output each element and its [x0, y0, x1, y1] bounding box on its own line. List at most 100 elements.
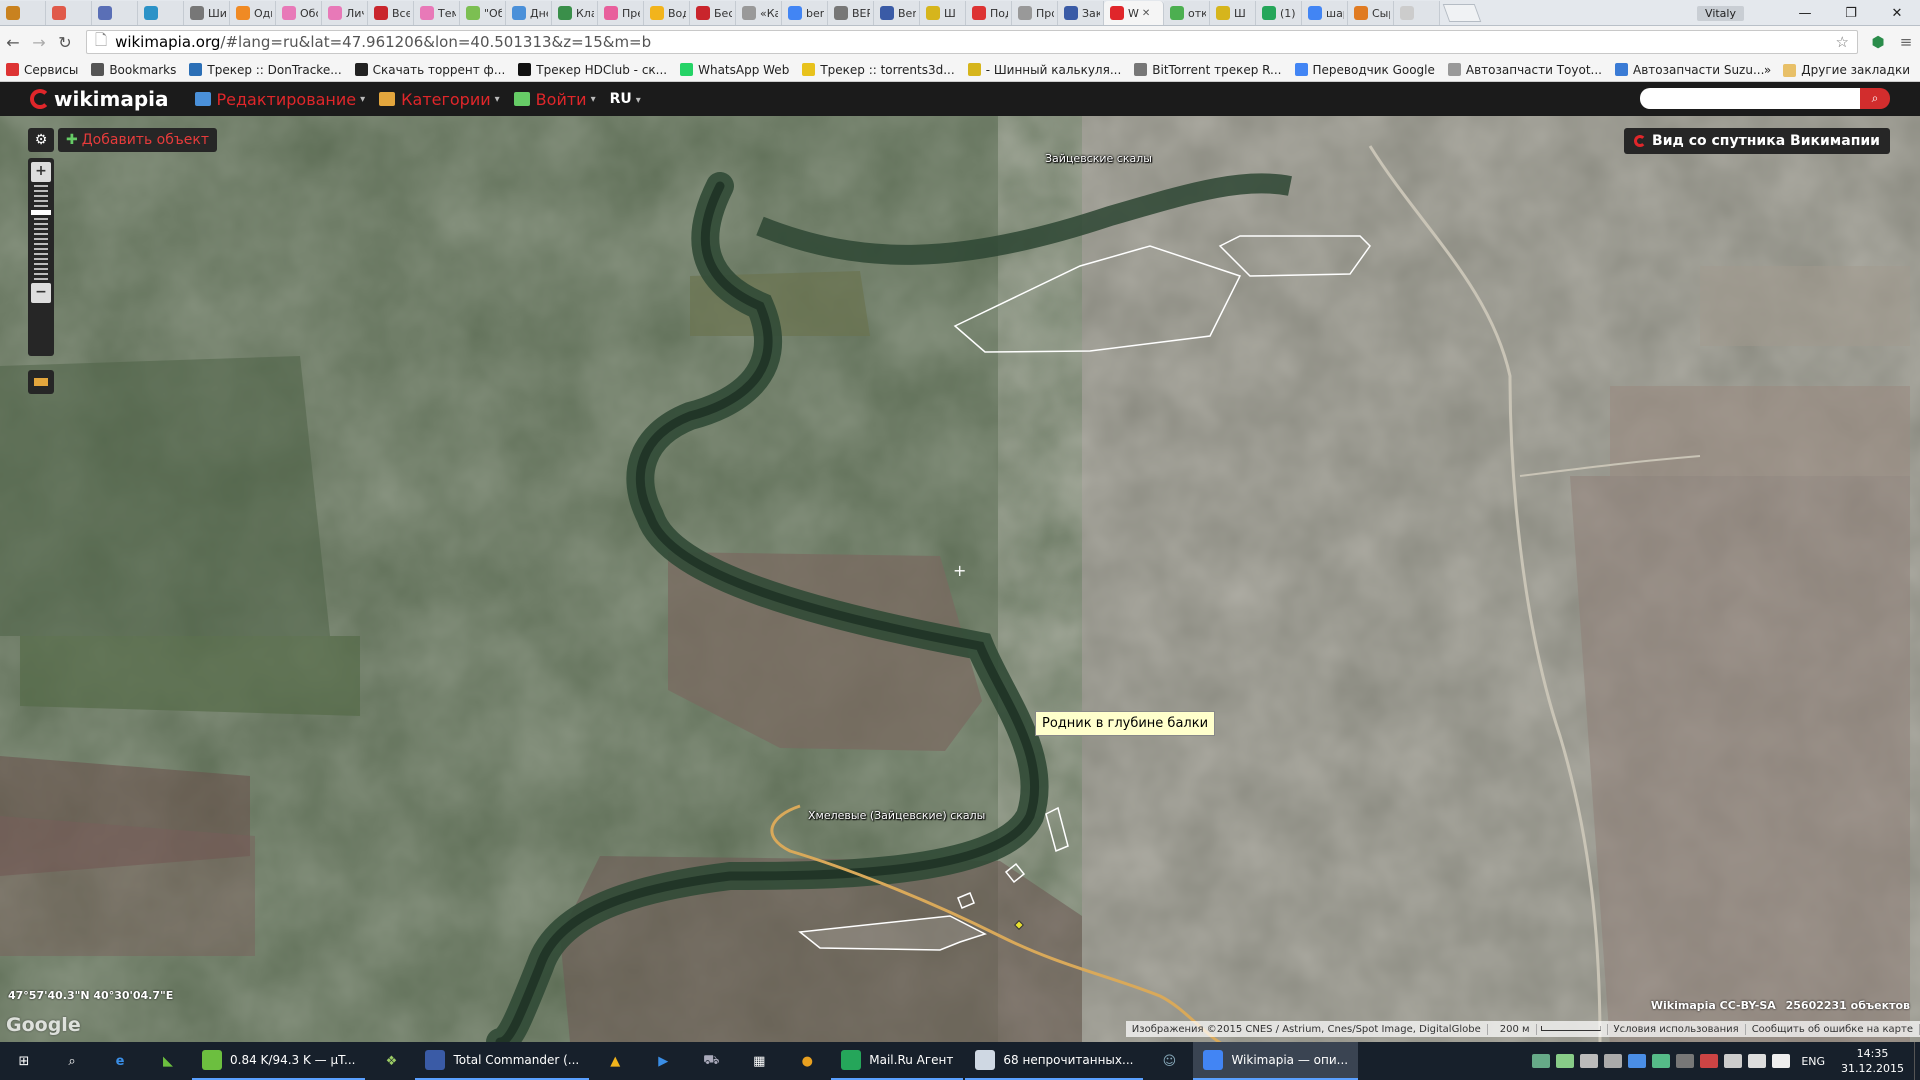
forward-arrow-icon[interactable]: →	[26, 33, 52, 52]
search-input[interactable]	[1640, 88, 1860, 109]
bookmark-item[interactable]: BitTorrent трекер R...	[1134, 63, 1282, 77]
extension-icon[interactable]: ⬢	[1864, 33, 1892, 51]
map-options-button[interactable]: ⚙	[28, 128, 54, 152]
zoom-in-button[interactable]: +	[31, 162, 51, 182]
green-app-icon[interactable]: ❖	[367, 1042, 415, 1080]
zoom-slider-handle[interactable]	[31, 210, 51, 215]
other-bookmarks-folder[interactable]: Другие закладки	[1783, 63, 1910, 77]
taskbar-app[interactable]: 0.84 K/94.3 K — µT...	[192, 1042, 366, 1080]
address-bar[interactable]: 🗋 wikimapia.org /#lang=ru&lat=47.961206&…	[86, 30, 1858, 54]
ruler-button[interactable]	[28, 370, 54, 394]
tray-app-icon[interactable]	[1676, 1054, 1695, 1068]
taskbar-app[interactable]: 68 непрочитанных...	[965, 1042, 1144, 1080]
browser-tab[interactable]	[92, 1, 138, 25]
zoom-out-button[interactable]: −	[31, 283, 51, 303]
back-arrow-icon[interactable]: ←	[0, 33, 26, 52]
browser-tab[interactable]: Все	[368, 1, 414, 25]
wm-menu-list[interactable]: Категории ▾	[379, 90, 500, 109]
bookmark-item[interactable]: WhatsApp Web	[680, 63, 789, 77]
place-label-zaitsevskie[interactable]: Зайцевские скалы	[1045, 152, 1152, 165]
media-player-icon[interactable]: ▶	[639, 1042, 687, 1080]
tray-app-icon[interactable]	[1556, 1054, 1575, 1068]
browser-tab[interactable]	[138, 1, 184, 25]
taskbar-app[interactable]: Total Commander (...	[415, 1042, 590, 1080]
taskbar-app[interactable]: Mail.Ru Агент	[831, 1042, 964, 1080]
browser-tab[interactable]: Обс	[276, 1, 322, 25]
warning-app-icon[interactable]: ▲	[591, 1042, 639, 1080]
utorrent-pinned-icon[interactable]: ◣	[144, 1042, 192, 1080]
close-tab-icon[interactable]: ✕	[1142, 8, 1150, 19]
wikimapia-logo[interactable]: wikimapia	[30, 87, 169, 111]
report-error-link[interactable]: Сообщить об ошибке на карте	[1746, 1023, 1920, 1035]
tray-app-icon[interactable]	[1532, 1054, 1551, 1068]
browser-tab[interactable]: отк	[1164, 1, 1210, 25]
browser-tab[interactable]: Про	[1012, 1, 1058, 25]
browser-tab[interactable]: Зака	[1058, 1, 1104, 25]
license-label[interactable]: Wikimapia CC-BY-SA	[1651, 999, 1776, 1012]
minimize-button[interactable]: —	[1782, 6, 1828, 21]
car-app-icon[interactable]: ⛟	[687, 1042, 735, 1080]
bookmark-item[interactable]: Трекер HDClub - ск...	[518, 63, 667, 77]
new-tab-button[interactable]	[1442, 4, 1482, 22]
bluetooth-icon[interactable]	[1628, 1054, 1647, 1068]
browser-tab[interactable]: Ш	[1210, 1, 1256, 25]
browser-tab[interactable]: Berk	[874, 1, 920, 25]
bookmarks-overflow-icon[interactable]: »	[1764, 63, 1771, 77]
taskbar-app[interactable]: Wikimapia — опи...	[1193, 1042, 1359, 1080]
bookmark-item[interactable]: Сервисы	[6, 63, 78, 77]
browser-tab[interactable]: Дне	[506, 1, 552, 25]
satellite-view-button[interactable]: Вид со спутника Викимапии	[1624, 128, 1890, 154]
wm-menu-login[interactable]: Войти ▾	[513, 90, 596, 109]
browser-tab[interactable]: «Ка	[736, 1, 782, 25]
browser-tab[interactable]: Ши	[184, 1, 230, 25]
bookmark-item[interactable]: Bookmarks	[91, 63, 176, 77]
browser-tab[interactable]: "Об	[460, 1, 506, 25]
browser-tab[interactable]: Бест	[690, 1, 736, 25]
clock[interactable]: 14:35 31.12.2015	[1841, 1046, 1904, 1076]
reload-icon[interactable]: ↻	[52, 33, 78, 52]
network-icon[interactable]	[1724, 1054, 1743, 1068]
search-icon[interactable]: ⌕	[48, 1042, 96, 1080]
tray-app-icon[interactable]	[1652, 1054, 1671, 1068]
show-desktop-button[interactable]	[1914, 1042, 1920, 1080]
input-language[interactable]: ENG	[1801, 1055, 1825, 1068]
bookmark-item[interactable]: Трекер :: torrents3d...	[802, 63, 955, 77]
browser-tab[interactable]: Вод	[644, 1, 690, 25]
search-button[interactable]: ⌕	[1860, 88, 1890, 109]
terms-link[interactable]: Условия использования	[1608, 1023, 1746, 1035]
volume-icon[interactable]	[1748, 1054, 1767, 1068]
browser-tab[interactable]: Клас	[552, 1, 598, 25]
tray-app-icon[interactable]	[1604, 1054, 1623, 1068]
orange-app-icon[interactable]: ●	[783, 1042, 831, 1080]
maximize-button[interactable]: ❐	[1828, 6, 1874, 21]
wm-menu-globe[interactable]: Редактирование ▾	[194, 90, 365, 109]
browser-tab[interactable]: Одн	[230, 1, 276, 25]
browser-tab[interactable]: Ш	[920, 1, 966, 25]
browser-tab[interactable]: Тем	[414, 1, 460, 25]
language-selector[interactable]: RU ▾	[610, 91, 641, 107]
bookmark-item[interactable]: Переводчик Google	[1294, 63, 1435, 77]
bookmark-item[interactable]: Трекер :: DonTracke...	[189, 63, 342, 77]
flag-icon[interactable]	[1700, 1054, 1719, 1068]
add-object-button[interactable]: ✚ Добавить объект	[58, 128, 217, 152]
calculator-icon[interactable]: ▦	[735, 1042, 783, 1080]
bookmark-star-icon[interactable]: ☆	[1836, 33, 1849, 51]
notification-icon[interactable]	[1772, 1054, 1791, 1068]
chrome-menu-icon[interactable]: ≡	[1892, 33, 1920, 51]
browser-tab[interactable]: BER	[828, 1, 874, 25]
start-windows-icon[interactable]: ⊞	[0, 1042, 48, 1080]
browser-tab[interactable]: шар	[1302, 1, 1348, 25]
browser-tab[interactable]: Лич	[322, 1, 368, 25]
tray-cloud-icon[interactable]	[1580, 1054, 1599, 1068]
bookmark-item[interactable]: Автозапчасти Тoyot...	[1447, 63, 1602, 77]
browser-tab[interactable]	[1394, 1, 1440, 25]
browser-tab[interactable]	[0, 1, 46, 25]
place-label-khmelevye[interactable]: Хмелевые (Зайцевские) скалы	[808, 809, 985, 822]
network-user-icon[interactable]: ☺	[1145, 1042, 1193, 1080]
close-window-button[interactable]: ✕	[1874, 6, 1920, 21]
map-view[interactable]: ⚙ ✚ Добавить объект + − Вид со спутника …	[0, 116, 1920, 1042]
browser-tab[interactable]: (1) V	[1256, 1, 1302, 25]
browser-tab[interactable]: W ✕	[1104, 1, 1164, 25]
browser-tab[interactable]: Пре	[598, 1, 644, 25]
edge-icon[interactable]: e	[96, 1042, 144, 1080]
